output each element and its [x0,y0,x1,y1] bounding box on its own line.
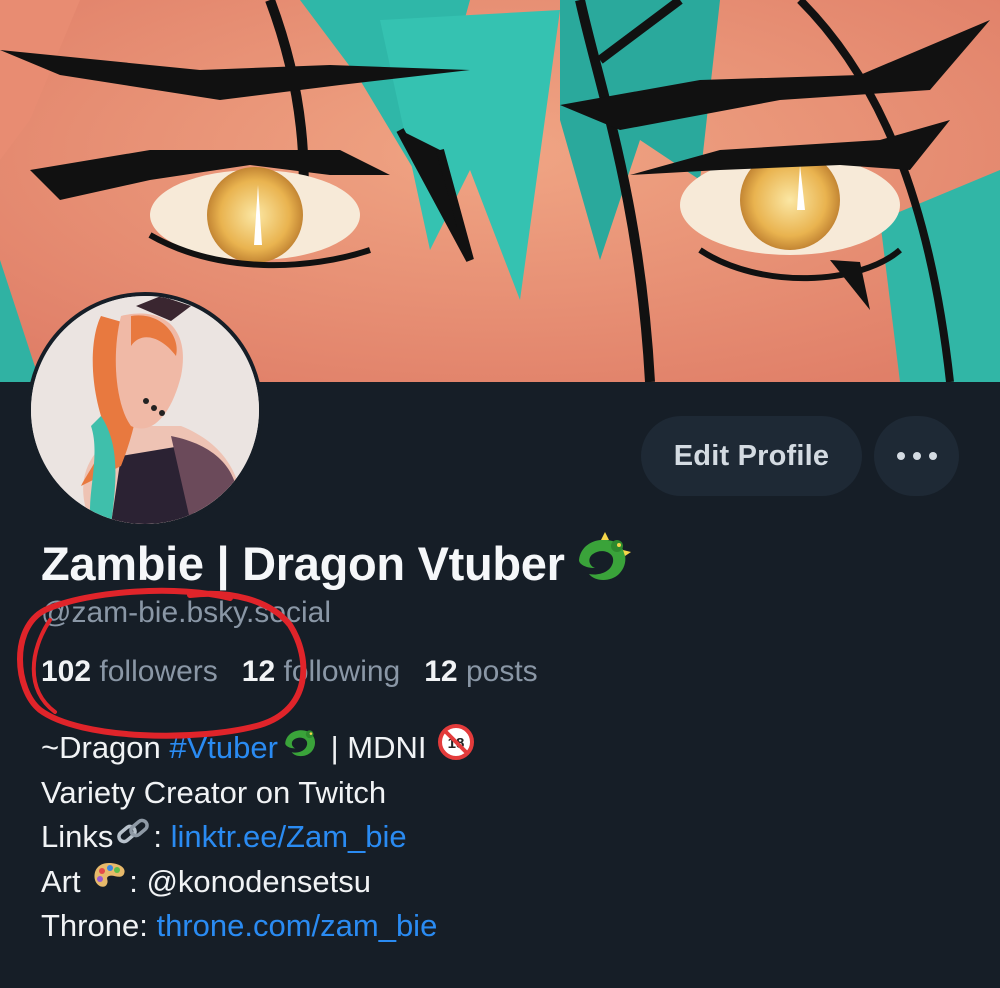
posts-label: posts [465,655,538,688]
handle[interactable]: @zam-bie.bsky.social [41,596,331,630]
palette-icon [91,860,127,905]
bio-text: Variety Creator on Twitch [41,774,387,810]
posts-count: 12 [424,655,458,688]
followers-stat[interactable]: 102 followers [41,655,218,689]
edit-profile-label: Edit Profile [673,439,830,472]
dragon-icon [571,530,633,597]
avatar-illustration [31,296,259,524]
followers-label: followers [99,655,218,688]
more-horizontal-icon [893,447,941,465]
following-stat[interactable]: 12 following [242,655,400,689]
following-label: following [283,655,401,688]
bio-text: | MDNI [321,730,436,765]
more-options-button[interactable] [874,416,959,496]
display-name-text: Zambie | Dragon Vtuber [41,537,565,590]
linktree-link[interactable]: linktr.ee/Zam_bie [171,815,407,860]
bio-text: Links [41,819,114,854]
throne-link[interactable]: throne.com/zam_bie [156,904,437,949]
bio-line: Art : @konodensetsu [41,860,477,905]
edit-profile-button[interactable]: Edit Profile [641,416,862,496]
following-count: 12 [241,655,276,688]
avatar[interactable] [27,292,263,528]
posts-stat: 12 posts [424,655,537,689]
profile-stats: 102 followers 12 following 12 posts [41,655,562,689]
bio-text: : [153,819,171,854]
bio-text: : @konodensetsu [129,863,371,899]
bio-line: Throne: throne.com/zam_bie [41,904,477,949]
bio-text: Throne: [41,908,157,943]
profile-bio: ~Dragon #Vtuber | MDNI 18 Variety Creato… [41,723,477,949]
dragon-icon [280,724,320,773]
bio-line: Variety Creator on Twitch [41,771,477,816]
bio-text: Art [41,863,90,899]
no-under-18-icon: 18 [437,723,475,774]
bio-line: ~Dragon #Vtuber | MDNI 18 [41,723,477,774]
bio-line: Links : linktr.ee/Zam_bie [41,815,477,860]
hashtag-link[interactable]: #Vtuber [169,726,278,771]
display-name: Zambie | Dragon Vtuber [41,530,633,597]
followers-count: 102 [41,655,92,688]
link-icon [115,815,151,860]
bio-text: ~Dragon [41,730,170,765]
